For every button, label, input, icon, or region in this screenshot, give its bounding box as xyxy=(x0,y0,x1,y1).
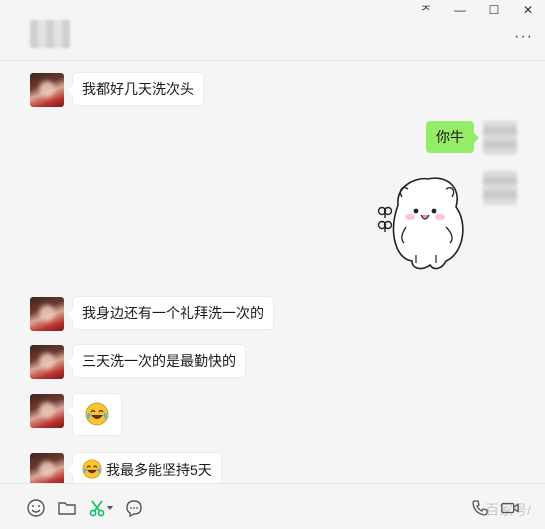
message-bubble-emoji[interactable] xyxy=(68,394,121,435)
avatar[interactable] xyxy=(30,297,64,331)
minimize-button[interactable]: — xyxy=(443,0,477,20)
message-bubble[interactable]: 三天洗一次的是最勤快的 xyxy=(68,345,245,377)
avatar[interactable] xyxy=(30,394,64,428)
chat-area[interactable]: 我都好几天洗次头 你牛 我身边还有一个礼拜洗一次的 三天洗一次的是最勤快的 我最… xyxy=(0,61,545,483)
message-row: 我都好几天洗次头 xyxy=(30,73,203,107)
message-row: 三天洗一次的是最勤快的 xyxy=(30,345,245,379)
contact-name-redacted xyxy=(30,20,70,48)
title-bar: ᅎ — ☐ ✕ ··· xyxy=(0,0,545,60)
close-button[interactable]: ✕ xyxy=(511,0,545,20)
folder-icon[interactable] xyxy=(57,498,77,518)
chevron-down-icon[interactable] xyxy=(107,506,113,511)
scissors-icon[interactable] xyxy=(88,498,108,518)
message-bubble[interactable]: 我最多能坚持5天 xyxy=(68,453,221,483)
message-bubble-self[interactable]: 你牛 xyxy=(426,121,479,153)
bunny-sticker-icon[interactable] xyxy=(376,173,476,273)
chat-bubble-icon[interactable] xyxy=(124,498,144,518)
input-toolbar: 百家号/ xyxy=(0,483,545,529)
avatar-self[interactable] xyxy=(483,171,517,205)
window-controls: ᅎ — ☐ ✕ xyxy=(409,0,545,20)
phone-icon[interactable] xyxy=(470,498,490,518)
avatar-self[interactable] xyxy=(483,121,517,155)
message-bubble[interactable]: 我都好几天洗次头 xyxy=(68,73,203,105)
message-row-self: 你牛 xyxy=(426,121,517,155)
laugh-cry-emoji-icon xyxy=(82,459,102,479)
avatar[interactable] xyxy=(30,73,64,107)
message-row xyxy=(30,394,121,435)
emoji-icon[interactable] xyxy=(26,498,46,518)
message-row: 我身边还有一个礼拜洗一次的 xyxy=(30,297,273,331)
pin-button[interactable]: ᅎ xyxy=(409,0,443,20)
avatar[interactable] xyxy=(30,345,64,379)
message-text: 我最多能坚持5天 xyxy=(106,462,212,478)
video-icon[interactable] xyxy=(500,498,520,518)
maximize-button[interactable]: ☐ xyxy=(477,0,511,20)
message-row: 我最多能坚持5天 xyxy=(30,453,221,483)
message-row-self xyxy=(483,171,517,205)
laugh-cry-emoji-icon xyxy=(85,402,109,426)
message-bubble[interactable]: 我身边还有一个礼拜洗一次的 xyxy=(68,297,273,329)
more-options-button[interactable]: ··· xyxy=(514,28,533,46)
avatar[interactable] xyxy=(30,453,64,483)
